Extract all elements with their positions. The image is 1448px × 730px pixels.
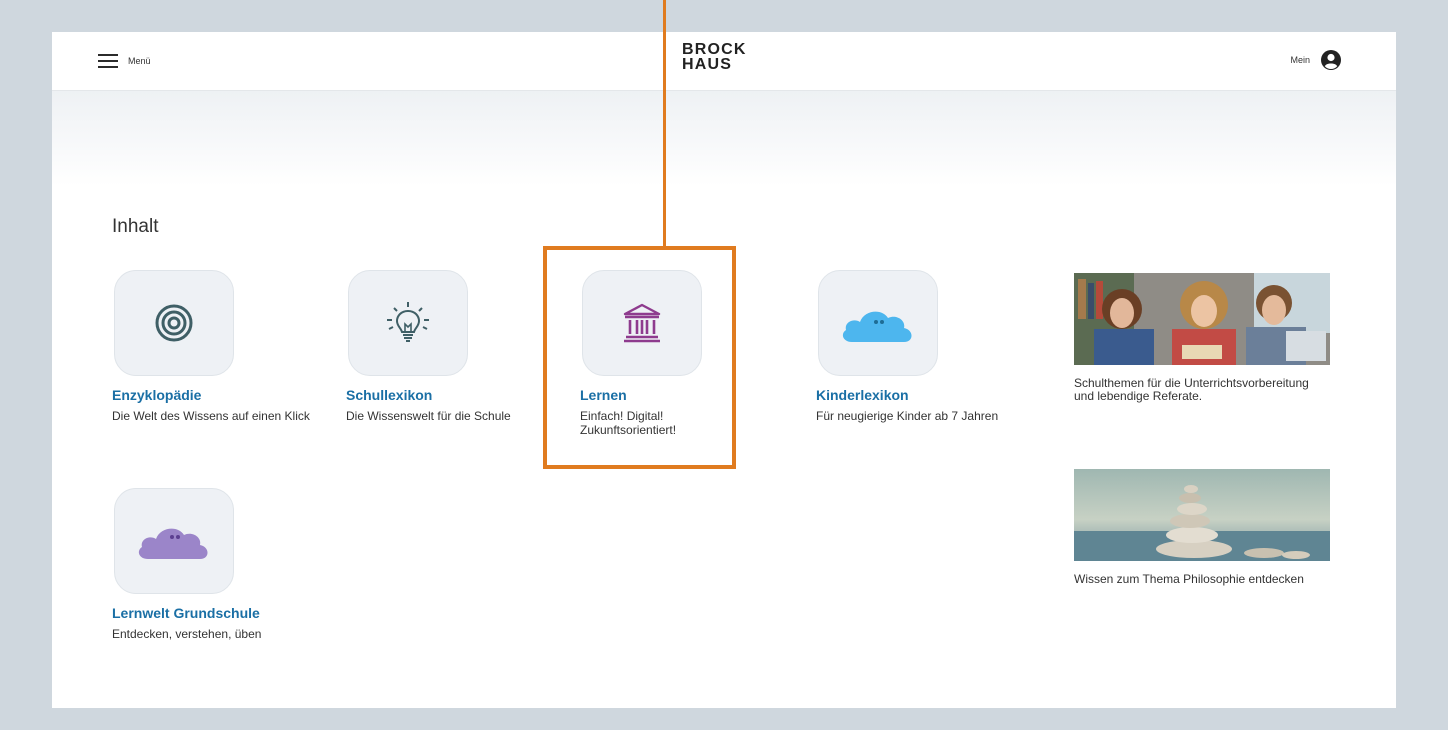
account-label: Mein [1290,55,1310,65]
tile-lernwelt-grundschule[interactable]: Lernwelt Grundschule Entdecken, verstehe… [112,488,312,641]
tile-description: Die Welt des Wissens auf einen Klick [112,409,310,423]
tile-icon-box [348,270,468,376]
annotation-pointer-line [663,0,666,246]
tile-description: Entdecken, verstehen, üben [112,627,262,641]
tile-schullexikon[interactable]: Schullexikon Die Wissenswelt für die Sch… [346,270,546,423]
promo-text[interactable]: Wissen zum Thema Philosophie entdecken [1074,573,1314,586]
tile-title[interactable]: Schullexikon [346,387,546,403]
brockhaus-logo[interactable]: BROCK HAUS [682,41,747,73]
students-photo[interactable] [1074,273,1330,365]
user-icon [1321,50,1341,70]
blue-cloud-icon [842,311,912,342]
stacked-stones-photo[interactable] [1074,469,1330,561]
tile-title[interactable]: Enzyklopädie [112,387,312,403]
tile-title[interactable]: Kinderlexikon [816,387,1016,403]
tile-description: Die Wissenswelt für die Schule [346,409,511,423]
tile-title[interactable]: Lernwelt Grundschule [112,605,312,621]
promo-philosophie[interactable]: Wissen zum Thema Philosophie entdecken [1074,469,1330,586]
account-button[interactable]: Mein [1290,49,1342,71]
logo-line-1: BROCK [682,41,747,58]
top-navigation-bar: Menü BROCK HAUS Mein [52,32,1396,91]
lightbulb-icon [387,302,429,342]
tile-icon-box [818,270,938,376]
tile-description: Für neugierige Kinder ab 7 Jahren [816,409,999,423]
promo-text[interactable]: Schulthemen für die Unterrichtsvorbereit… [1074,377,1314,403]
hamburger-icon [98,54,118,68]
logo-line-2: HAUS [682,56,733,73]
promo-schulthemen[interactable]: Schulthemen für die Unterrichtsvorbereit… [1074,273,1330,403]
tile-icon-box [114,270,234,376]
menu-label: Menü [128,56,151,66]
section-title: Inhalt [112,216,159,237]
menu-button[interactable]: Menü [98,50,151,72]
target-icon [155,304,193,342]
tile-enzyklopaedie[interactable]: Enzyklopädie Die Welt des Wissens auf ei… [112,270,312,423]
tile-icon-box [114,488,234,594]
hero-banner [52,91,1396,186]
annotation-highlight-box [543,246,736,469]
purple-cloud-icon [138,528,208,559]
tile-kinderlexikon[interactable]: Kinderlexikon Für neugierige Kinder ab 7… [816,270,1016,423]
